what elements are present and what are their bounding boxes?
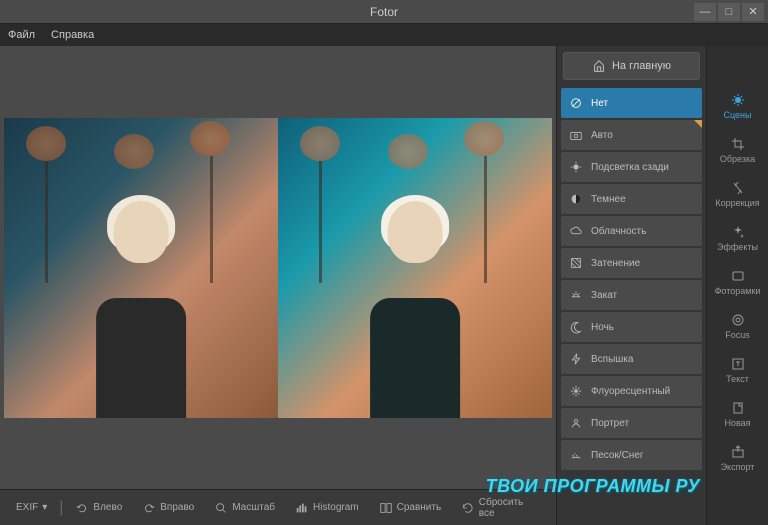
scene-label: Песок/Снег [591, 450, 644, 461]
tool-label: Текст [726, 374, 749, 384]
scene-item-cloud[interactable]: Облачность [561, 216, 702, 246]
compare-button[interactable]: Сравнить [371, 497, 450, 519]
zoom-button[interactable]: Масштаб [206, 497, 283, 519]
scenes-panel: На главную Нет Авто Подсветка сзади Темнее О… [556, 46, 706, 525]
photo-edited [278, 118, 552, 418]
tool-label: Экспорт [721, 462, 755, 472]
tool-focus[interactable]: Focus [707, 304, 768, 348]
scene-label: Закат [591, 290, 617, 301]
exif-button[interactable]: EXIF ▾ [8, 498, 55, 517]
scene-label: Флуоресцентный [591, 386, 670, 397]
histogram-button[interactable]: Histogram [287, 497, 367, 519]
scene-label: Нет [591, 98, 608, 109]
scene-label: Затенение [591, 258, 640, 269]
scene-item-night[interactable]: Ночь [561, 312, 702, 342]
tool-label: Сцены [724, 110, 752, 120]
scene-label: Авто [591, 130, 613, 141]
photo-original [4, 118, 278, 418]
maximize-button[interactable]: □ [718, 3, 740, 21]
scene-item-sunset[interactable]: Закат [561, 280, 702, 310]
scene-item-darken[interactable]: Темнее [561, 184, 702, 214]
close-button[interactable]: ✕ [742, 3, 764, 21]
window-controls: — □ ✕ [694, 3, 764, 21]
scene-item-none[interactable]: Нет [561, 88, 702, 118]
menu-file[interactable]: Файл [8, 29, 35, 41]
tool-label: Эффекты [717, 242, 758, 252]
scene-item-fluorescent[interactable]: Флуоресцентный [561, 376, 702, 406]
tool-label: Обрезка [720, 154, 755, 164]
fluorescent-icon [569, 384, 583, 398]
scenes-icon [730, 92, 746, 108]
tool-export[interactable]: Экспорт [707, 436, 768, 480]
scene-item-flash[interactable]: Вспышка [561, 344, 702, 374]
scene-label: Облачность [591, 226, 646, 237]
tool-scenes[interactable]: Сцены [707, 84, 768, 128]
scene-item-portrait[interactable]: Портрет [561, 408, 702, 438]
text-icon [730, 356, 746, 372]
crop-icon [730, 136, 746, 152]
camera-icon [569, 128, 583, 142]
export-icon [730, 444, 746, 460]
canvas-area: EXIF ▾ | Влево Вправо Масштаб Histogram … [0, 46, 556, 525]
tool-text[interactable]: Текст [707, 348, 768, 392]
tool-effects[interactable]: Эффекты [707, 216, 768, 260]
scene-item-shade[interactable]: Затенение [561, 248, 702, 278]
scene-item-sand[interactable]: Песок/Снег [561, 440, 702, 470]
effects-icon [730, 224, 746, 240]
titlebar: Fotor — □ ✕ [0, 0, 768, 24]
scene-label: Подсветка сзади [591, 162, 669, 173]
tool-frames[interactable]: Фоторамки [707, 260, 768, 304]
rotate-right-button[interactable]: Вправо [134, 497, 202, 519]
reset-button[interactable]: Сбросить все [453, 493, 548, 523]
home-button[interactable]: На главную [563, 52, 700, 80]
tools-sidebar: Сцены Обрезка Коррекция Эффекты Фоторамки Foc… [706, 46, 768, 525]
cloud-icon [569, 224, 583, 238]
focus-icon [730, 312, 746, 328]
rotate-left-button[interactable]: Влево [67, 497, 130, 519]
backlight-icon [569, 160, 583, 174]
shade-icon [569, 256, 583, 270]
tool-adjust[interactable]: Коррекция [707, 172, 768, 216]
photo-compare [4, 118, 552, 418]
scene-label: Темнее [591, 194, 626, 205]
tool-crop[interactable]: Обрезка [707, 128, 768, 172]
menu-help[interactable]: Справка [51, 29, 94, 41]
scene-label: Портрет [591, 418, 629, 429]
scene-label: Ночь [591, 322, 614, 333]
sand-icon [569, 448, 583, 462]
scene-item-camera[interactable]: Авто [561, 120, 702, 150]
tool-label: Focus [725, 330, 750, 340]
tool-label: Коррекция [715, 198, 759, 208]
app-title: Fotor [370, 5, 398, 19]
sunset-icon [569, 288, 583, 302]
adjust-icon [730, 180, 746, 196]
menubar: Файл Справка [0, 24, 768, 46]
portrait-icon [569, 416, 583, 430]
night-icon [569, 320, 583, 334]
scene-item-backlight[interactable]: Подсветка сзади [561, 152, 702, 182]
none-icon [569, 96, 583, 110]
home-icon [592, 59, 606, 73]
frames-icon [730, 268, 746, 284]
bottom-toolbar: EXIF ▾ | Влево Вправо Масштаб Histogram … [0, 489, 556, 525]
tool-label: Новая [724, 418, 750, 428]
scene-label: Вспышка [591, 354, 633, 365]
tool-label: Фоторамки [715, 286, 761, 296]
tool-new[interactable]: Новая [707, 392, 768, 436]
darken-icon [569, 192, 583, 206]
new-icon [730, 400, 746, 416]
flash-icon [569, 352, 583, 366]
minimize-button[interactable]: — [694, 3, 716, 21]
